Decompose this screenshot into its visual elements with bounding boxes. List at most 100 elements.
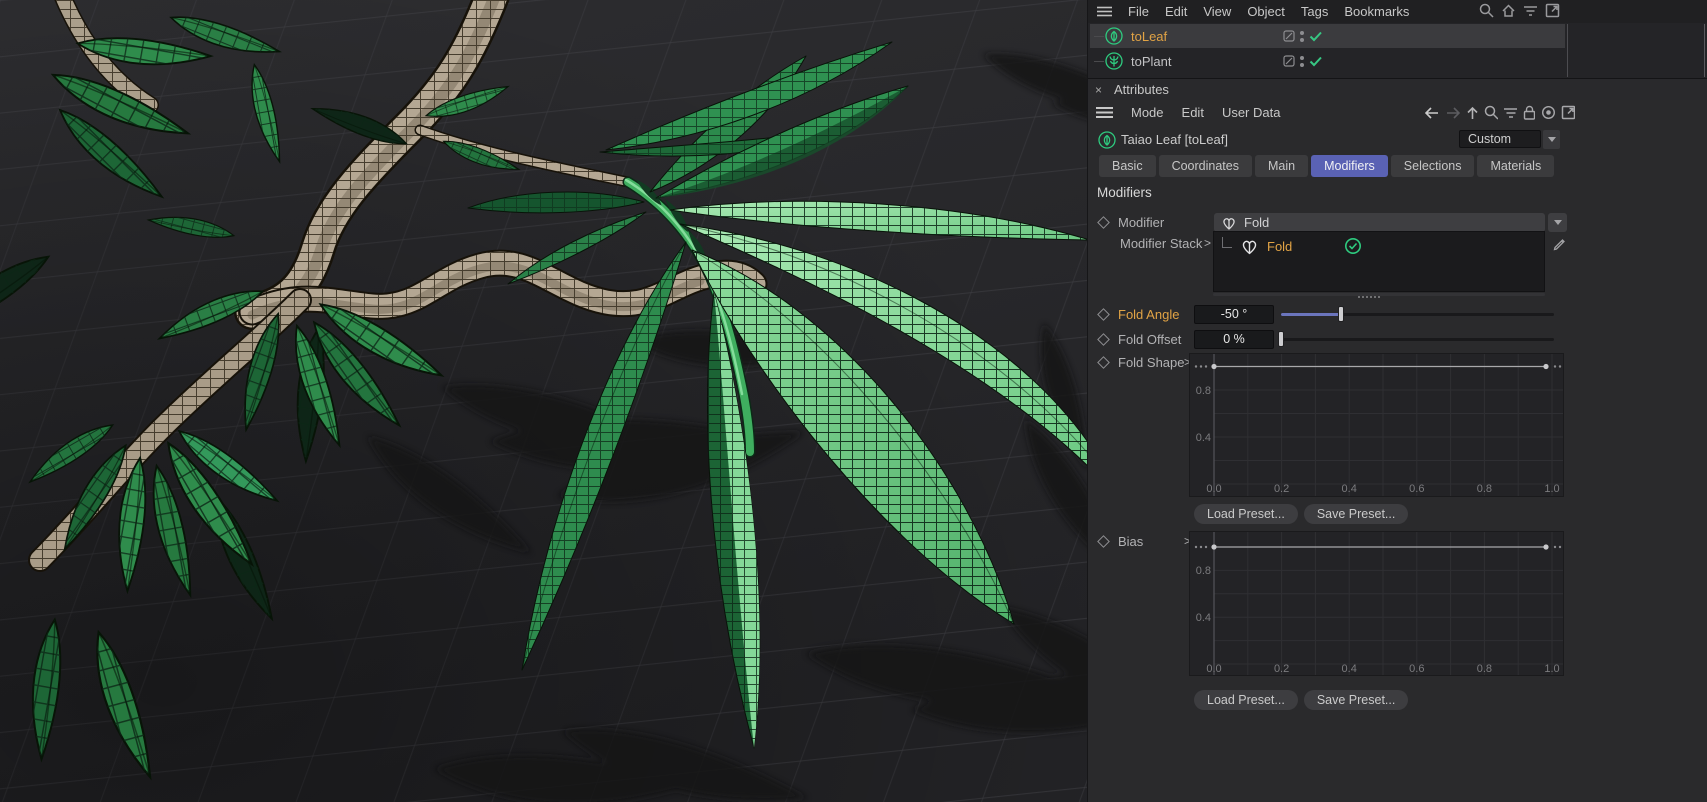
object-title-row: Taiao Leaf [toLeaf] Custom xyxy=(1088,128,1707,152)
back-arrow-icon[interactable] xyxy=(1424,106,1439,120)
preset-dropdown-arrow[interactable] xyxy=(1543,130,1560,149)
menu-view[interactable]: View xyxy=(1203,4,1231,19)
menu-edit[interactable]: Edit xyxy=(1182,105,1204,120)
curve-point-start[interactable] xyxy=(1211,363,1217,370)
load-preset-button[interactable]: Load Preset... xyxy=(1194,690,1298,710)
fold-angle-input[interactable]: -50 ° xyxy=(1194,305,1274,324)
attributes-panel-title: Attributes xyxy=(1114,82,1169,97)
preset-dropdown[interactable]: Custom xyxy=(1459,130,1541,148)
object-row-toplant[interactable]: toPlant xyxy=(1090,49,1565,73)
object-name[interactable]: toPlant xyxy=(1131,54,1171,69)
home-icon[interactable] xyxy=(1501,3,1516,18)
filter-icon[interactable] xyxy=(1523,4,1538,17)
attributes-header: × Attributes xyxy=(1088,78,1707,100)
chevron-right-icon[interactable]: > xyxy=(1204,236,1211,250)
bias-label: Bias xyxy=(1118,534,1144,549)
menu-file[interactable]: File xyxy=(1128,4,1149,19)
forward-arrow-icon[interactable] xyxy=(1445,106,1460,120)
leaf-object-icon xyxy=(1098,131,1116,149)
enabled-check-icon[interactable] xyxy=(1309,30,1323,42)
fold-modifier-icon xyxy=(1223,217,1235,230)
load-preset-button[interactable]: Load Preset... xyxy=(1194,504,1298,524)
bias-curve-editor[interactable]: 0.8 0.4 0.0 0.2 0.4 0.6 0.8 1.0 xyxy=(1189,531,1564,676)
stack-item-fold[interactable]: Fold xyxy=(1222,234,1362,258)
slider-handle[interactable] xyxy=(1338,306,1345,322)
menu-bookmarks[interactable]: Bookmarks xyxy=(1344,4,1409,19)
object-list-scrollbar[interactable] xyxy=(1567,24,1568,77)
edit-pencil-icon[interactable] xyxy=(1552,237,1567,252)
x-tick-label: 1.0 xyxy=(1544,663,1559,675)
application-window: File Edit View Object Tags Bookmarks toL… xyxy=(0,0,1707,802)
save-preset-button[interactable]: Save Preset... xyxy=(1303,690,1409,710)
param-diamond-icon[interactable] xyxy=(1097,333,1110,346)
up-arrow-icon[interactable] xyxy=(1466,106,1478,120)
x-tick-label: 1.0 xyxy=(1544,483,1559,495)
menu-mode[interactable]: Mode xyxy=(1131,105,1164,120)
visibility-dots-icon[interactable] xyxy=(1300,30,1304,42)
target-icon[interactable] xyxy=(1541,105,1556,120)
resize-dots-handle[interactable] xyxy=(1358,296,1380,298)
close-icon[interactable]: × xyxy=(1095,84,1102,96)
modifier-stack-list[interactable]: Fold xyxy=(1213,231,1545,292)
object-row-toleaf[interactable]: toLeaf xyxy=(1090,24,1565,48)
param-diamond-icon[interactable] xyxy=(1097,216,1110,229)
stack-item-name: Fold xyxy=(1267,238,1293,254)
param-diamond-icon[interactable] xyxy=(1097,308,1110,321)
tab-basic[interactable]: Basic xyxy=(1099,155,1156,177)
tab-coordinates[interactable]: Coordinates xyxy=(1158,155,1252,177)
layer-toggle-icon[interactable] xyxy=(1283,30,1295,42)
param-diamond-icon[interactable] xyxy=(1097,535,1110,548)
enabled-check-circle-icon[interactable] xyxy=(1344,237,1362,255)
param-diamond-icon[interactable] xyxy=(1097,356,1110,369)
search-icon[interactable] xyxy=(1479,3,1494,18)
save-preset-button[interactable]: Save Preset... xyxy=(1303,504,1409,524)
modifier-dropdown-arrow[interactable] xyxy=(1548,213,1567,232)
menu-tags[interactable]: Tags xyxy=(1301,4,1328,19)
modifier-dropdown[interactable]: Fold xyxy=(1214,213,1545,232)
panel-edge-scrollbar[interactable] xyxy=(1704,24,1705,77)
object-name[interactable]: toLeaf xyxy=(1131,29,1167,44)
viewport-3d[interactable] xyxy=(0,0,1087,802)
fold-modifier-icon xyxy=(1242,240,1257,254)
object-title: Taiao Leaf [toLeaf] xyxy=(1121,132,1228,147)
modifier-stack-label: Modifier Stack xyxy=(1120,236,1203,251)
visibility-dots-icon[interactable] xyxy=(1300,55,1304,67)
hamburger-menu-icon[interactable] xyxy=(1097,6,1112,17)
tab-modifiers[interactable]: Modifiers xyxy=(1311,155,1388,177)
x-tick-label: 0.4 xyxy=(1342,663,1357,675)
curve-point-end[interactable] xyxy=(1543,544,1549,550)
tab-materials[interactable]: Materials xyxy=(1477,155,1555,177)
popout-icon[interactable] xyxy=(1545,3,1560,18)
tab-selections[interactable]: Selections xyxy=(1390,155,1475,177)
curve-point-end[interactable] xyxy=(1543,363,1549,370)
section-title: Modifiers xyxy=(1097,185,1152,200)
spline-curve[interactable] xyxy=(1194,544,1562,550)
menu-user-data[interactable]: User Data xyxy=(1222,105,1281,120)
x-tick-label: 0.6 xyxy=(1409,663,1424,675)
spline-curve[interactable] xyxy=(1194,363,1562,370)
tab-main[interactable]: Main xyxy=(1254,155,1309,177)
curve-point-start[interactable] xyxy=(1211,544,1217,550)
fold-angle-slider[interactable] xyxy=(1281,306,1554,322)
lock-icon[interactable] xyxy=(1523,105,1536,120)
x-tick-label: 0.8 xyxy=(1477,483,1492,495)
x-tick-label: 0.0 xyxy=(1206,663,1221,675)
hamburger-menu-icon[interactable] xyxy=(1096,106,1113,119)
slider-handle[interactable] xyxy=(1278,331,1284,347)
enabled-check-icon[interactable] xyxy=(1309,55,1323,67)
y-tick-label: 0.4 xyxy=(1196,612,1211,624)
fold-offset-slider[interactable] xyxy=(1278,331,1554,347)
menu-object[interactable]: Object xyxy=(1247,4,1285,19)
x-tick-label: 0.2 xyxy=(1274,663,1289,675)
layer-toggle-icon[interactable] xyxy=(1283,55,1295,67)
y-tick-label: 0.4 xyxy=(1196,432,1211,444)
fold-shape-curve-editor[interactable]: 0.8 0.4 0.0 0.2 0.4 0.6 0.8 1.0 xyxy=(1189,353,1564,497)
y-tick-label: 0.8 xyxy=(1196,385,1211,397)
fold-offset-input[interactable]: 0 % xyxy=(1194,330,1274,349)
filter-icon[interactable] xyxy=(1503,106,1517,119)
search-icon[interactable] xyxy=(1484,105,1498,120)
fold-angle-label: Fold Angle xyxy=(1118,307,1180,322)
menu-edit[interactable]: Edit xyxy=(1165,4,1187,19)
attributes-toolbar: Mode Edit User Data xyxy=(1088,99,1707,125)
popout-icon[interactable] xyxy=(1561,105,1575,120)
